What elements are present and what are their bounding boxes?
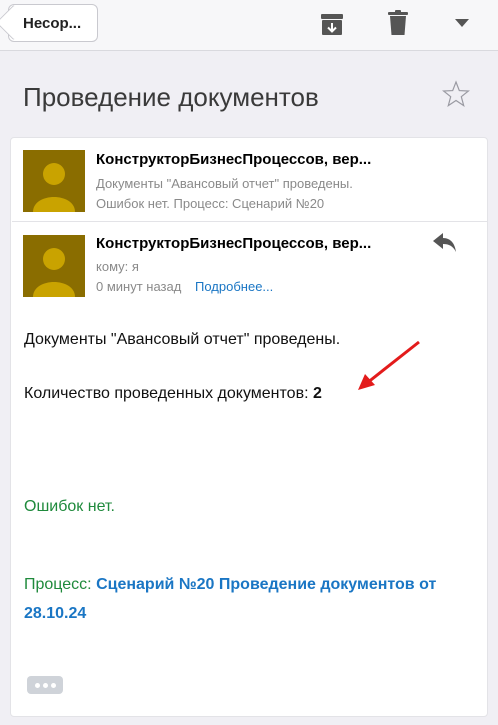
document-count-line: Количество проведенных документов: 2 xyxy=(24,385,322,403)
details-link[interactable]: Подробнее... xyxy=(195,279,273,294)
toolbar: Несор... xyxy=(0,0,498,51)
document-count-value: 2 xyxy=(312,385,322,402)
sender-name: КонструкторБизнесПроцессов, вер... xyxy=(96,235,372,252)
process-line: Процесс: Сценарий №20 Проведение докумен… xyxy=(24,576,436,594)
back-button-label: Несор... xyxy=(23,15,82,32)
process-link-cont[interactable]: 28.10.24 xyxy=(24,605,86,623)
preview-line: Ошибок нет. Процесс: Сценарий №20 xyxy=(96,196,325,211)
preview-line: Документы "Авансовый отчет" проведены. xyxy=(96,176,353,191)
process-link[interactable]: Сценарий №20 Проведение документов от xyxy=(96,576,436,593)
dot-icon xyxy=(43,683,48,688)
message-time: 0 минут назад xyxy=(96,279,182,294)
avatar xyxy=(23,150,85,212)
body-line: Документы "Авансовый отчет" проведены. xyxy=(24,331,341,348)
document-count-label: Количество проведенных документов: xyxy=(24,385,313,402)
trash-icon[interactable] xyxy=(388,10,408,36)
sender-name: КонструкторБизнесПроцессов, вер... xyxy=(96,151,372,168)
archive-icon[interactable] xyxy=(320,12,344,36)
dot-icon xyxy=(35,683,40,688)
avatar xyxy=(23,235,85,297)
dropdown-icon[interactable] xyxy=(455,19,469,28)
mail-app: { "toolbar": { "back_label": "Несор...",… xyxy=(0,0,498,725)
back-button[interactable]: Несор... xyxy=(0,4,98,42)
person-icon xyxy=(33,248,75,297)
person-icon xyxy=(33,163,75,212)
star-icon[interactable] xyxy=(442,80,470,108)
annotation-arrow-icon xyxy=(358,340,420,390)
divider xyxy=(12,221,488,222)
message-card xyxy=(10,137,488,717)
process-label: Процесс: xyxy=(24,576,97,593)
dot-icon xyxy=(51,683,56,688)
show-quoted-button[interactable] xyxy=(27,676,63,694)
message-subject: Проведение документов xyxy=(23,82,319,112)
recipient-line: кому: я xyxy=(96,259,139,274)
process-link-date[interactable]: 28.10.24 xyxy=(24,605,86,622)
reply-icon[interactable] xyxy=(433,233,457,253)
errors-line: Ошибок нет. xyxy=(24,498,115,515)
